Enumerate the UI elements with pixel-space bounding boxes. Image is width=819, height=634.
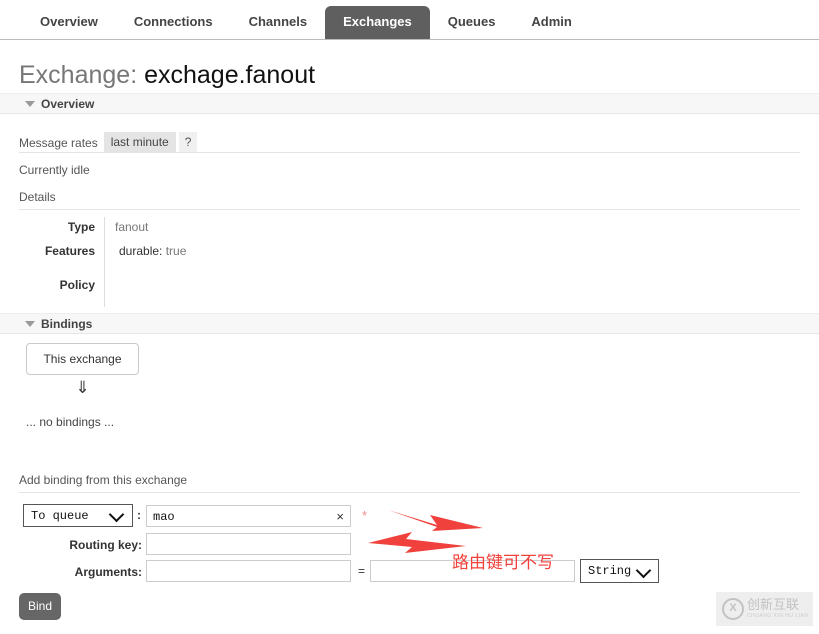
nav-tab-list: Overview Connections Channels Exchanges … <box>22 6 590 39</box>
chevron-down-icon <box>108 506 125 523</box>
nav-tab-exchanges[interactable]: Exchanges <box>325 6 430 39</box>
add-binding-divider <box>19 492 800 493</box>
feature-value-durable: true <box>165 244 187 258</box>
equals-sign: = <box>358 564 366 578</box>
double-down-arrow-icon: ⇓ <box>75 378 90 398</box>
binding-destination-value: mao <box>153 510 175 524</box>
watermark-text-group: 创新互联 CHUANG XIN HU LIAN <box>747 599 809 619</box>
rate-range-last-minute[interactable]: last minute <box>103 132 176 153</box>
close-icon[interactable]: × <box>336 509 344 524</box>
chevron-down-icon <box>25 101 35 107</box>
nav-tab-queues[interactable]: Queues <box>430 6 514 39</box>
overview-section-label: Overview <box>41 97 95 111</box>
rates-divider <box>19 152 800 153</box>
details-value-policy <box>105 265 187 307</box>
details-label-type: Type <box>19 217 105 241</box>
routing-key-input[interactable] <box>146 533 351 555</box>
argument-key-input[interactable] <box>146 560 351 582</box>
help-icon[interactable]: ? <box>178 132 198 153</box>
this-exchange-node: This exchange <box>26 343 139 375</box>
table-row: Policy <box>19 265 186 307</box>
watermark-circle-x-icon: X <box>722 598 744 620</box>
bindings-section-label: Bindings <box>41 317 93 331</box>
annotation-note-text: 路由键可不写 <box>452 553 554 573</box>
message-rates-label: Message rates <box>19 135 98 150</box>
arguments-label: Arguments: <box>74 565 142 579</box>
watermark-chinese-text: 创新互联 <box>747 598 800 613</box>
details-label-features: Features <box>19 241 105 265</box>
overview-section-header[interactable]: Overview <box>0 93 819 114</box>
currently-idle-text: Currently idle <box>19 163 90 177</box>
details-label: Details <box>19 190 56 204</box>
page-title: Exchange: exchage.fanout <box>19 60 315 90</box>
page-title-exchange-name: exchage.fanout <box>144 61 316 89</box>
nav-tab-overview[interactable]: Overview <box>22 6 116 39</box>
details-value-type: fanout <box>115 220 149 234</box>
details-value-features: durable: true <box>105 241 187 265</box>
required-marker: * <box>362 508 368 523</box>
feature-key-durable: durable: <box>119 244 163 258</box>
annotation-arrow-upper <box>388 510 483 531</box>
binding-destination-type-select[interactable]: To queue <box>23 504 133 527</box>
top-navigation-bar: Overview Connections Channels Exchanges … <box>0 0 819 40</box>
page-title-prefix: Exchange: <box>19 61 138 89</box>
nav-tab-admin[interactable]: Admin <box>513 6 589 39</box>
details-divider <box>19 209 800 210</box>
bindings-section-header[interactable]: Bindings <box>0 313 819 334</box>
argument-type-select[interactable]: String <box>580 559 659 583</box>
exchange-details-table: Type fanout Features durable: true Polic… <box>19 217 186 307</box>
watermark-pinyin-text: CHUANG XIN HU LIAN <box>747 613 809 619</box>
details-label-policy: Policy <box>19 265 105 307</box>
argument-type-value: String <box>588 564 632 578</box>
chevron-down-icon <box>635 562 652 579</box>
destination-colon: : <box>137 508 141 522</box>
bind-button[interactable]: Bind <box>19 593 61 620</box>
table-row: Features durable: true <box>19 241 186 265</box>
watermark-logo: X 创新互联 CHUANG XIN HU LIAN <box>716 592 813 626</box>
no-bindings-message: ... no bindings ... <box>26 415 115 429</box>
routing-key-label: Routing key: <box>69 538 142 552</box>
nav-tab-channels[interactable]: Channels <box>231 6 326 39</box>
nav-tab-connections[interactable]: Connections <box>116 6 231 39</box>
binding-destination-type-value: To queue <box>31 509 89 523</box>
add-binding-heading: Add binding from this exchange <box>19 473 188 487</box>
message-rates-row: Message rates last minute ? <box>19 132 198 153</box>
chevron-down-icon <box>25 321 35 327</box>
binding-destination-input[interactable]: mao × <box>146 505 351 527</box>
table-row: Type fanout <box>19 217 186 241</box>
